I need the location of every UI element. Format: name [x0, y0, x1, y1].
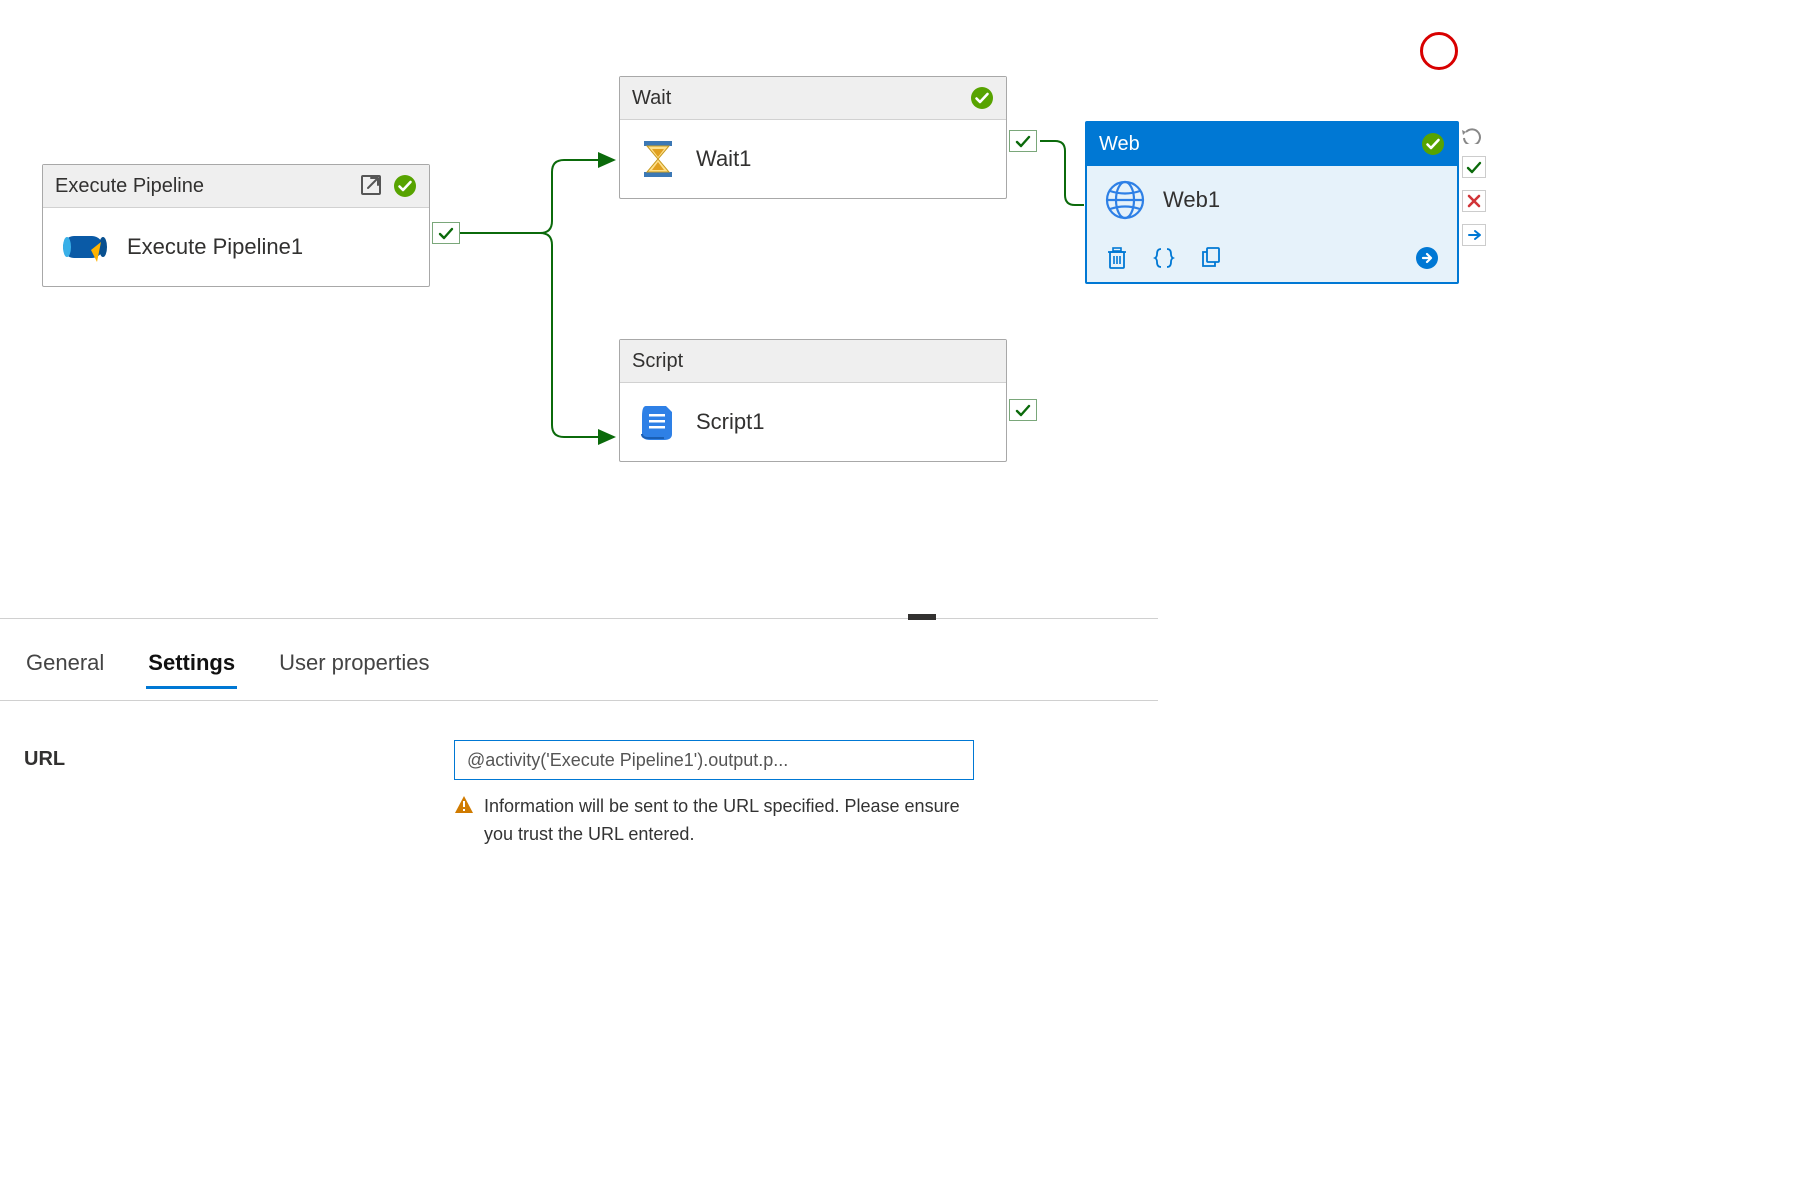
status-success-icon: [393, 174, 417, 198]
node-header-label: Wait: [632, 87, 671, 110]
annotation-circle: [1420, 32, 1458, 70]
output-port-success[interactable]: [432, 222, 460, 244]
pipeline-icon: [61, 226, 109, 268]
tab-user-properties[interactable]: User properties: [277, 640, 431, 689]
delete-button[interactable]: [1105, 246, 1127, 270]
open-pipeline-icon[interactable]: [359, 173, 385, 199]
output-port-success[interactable]: [1009, 399, 1037, 421]
activity-name-label: Script1: [696, 409, 764, 435]
properties-tabs: General Settings User properties: [24, 640, 431, 689]
node-toolbar: [1087, 234, 1457, 282]
node-header-label: Execute Pipeline: [55, 175, 204, 198]
completion-connector-button[interactable]: [1462, 224, 1486, 246]
hourglass-icon: [638, 139, 678, 179]
node-header-label: Script: [632, 350, 683, 373]
status-success-icon: [970, 86, 994, 110]
copy-button[interactable]: [1201, 246, 1223, 270]
panel-divider: [0, 618, 1158, 619]
status-success-icon: [1421, 132, 1445, 156]
success-connector-button[interactable]: [1462, 156, 1486, 178]
node-execute-pipeline[interactable]: Execute Pipeline Execute Pipeline1: [42, 164, 430, 287]
settings-form: URL Information will be sent to the URL …: [24, 740, 1770, 848]
pipeline-canvas[interactable]: Execute Pipeline Execute Pipeline1 Wait …: [0, 0, 1800, 620]
activity-name-label: Execute Pipeline1: [127, 234, 303, 260]
tabs-underline: [0, 700, 1158, 701]
tab-settings[interactable]: Settings: [146, 640, 237, 689]
url-input[interactable]: [454, 740, 974, 780]
globe-icon: [1105, 180, 1145, 220]
panel-resize-handle[interactable]: [908, 614, 936, 620]
run-button[interactable]: [1415, 246, 1439, 270]
node-wait[interactable]: Wait Wait1: [619, 76, 1007, 199]
activity-name-label: Wait1: [696, 146, 751, 172]
node-web[interactable]: Web Web1: [1085, 121, 1459, 284]
output-port-success[interactable]: [1009, 130, 1037, 152]
url-label: URL: [24, 740, 424, 771]
script-icon: [638, 402, 678, 442]
node-header-label: Web: [1099, 133, 1140, 156]
node-script[interactable]: Script Script1: [619, 339, 1007, 462]
rotate-icon[interactable]: [1462, 128, 1486, 144]
failure-connector-button[interactable]: [1462, 190, 1486, 212]
warning-icon: [454, 794, 474, 822]
code-button[interactable]: [1153, 246, 1175, 270]
tab-general[interactable]: General: [24, 640, 106, 689]
activity-name-label: Web1: [1163, 187, 1220, 213]
url-warning-text: Information will be sent to the URL spec…: [484, 792, 974, 848]
node-side-actions: [1462, 128, 1486, 246]
